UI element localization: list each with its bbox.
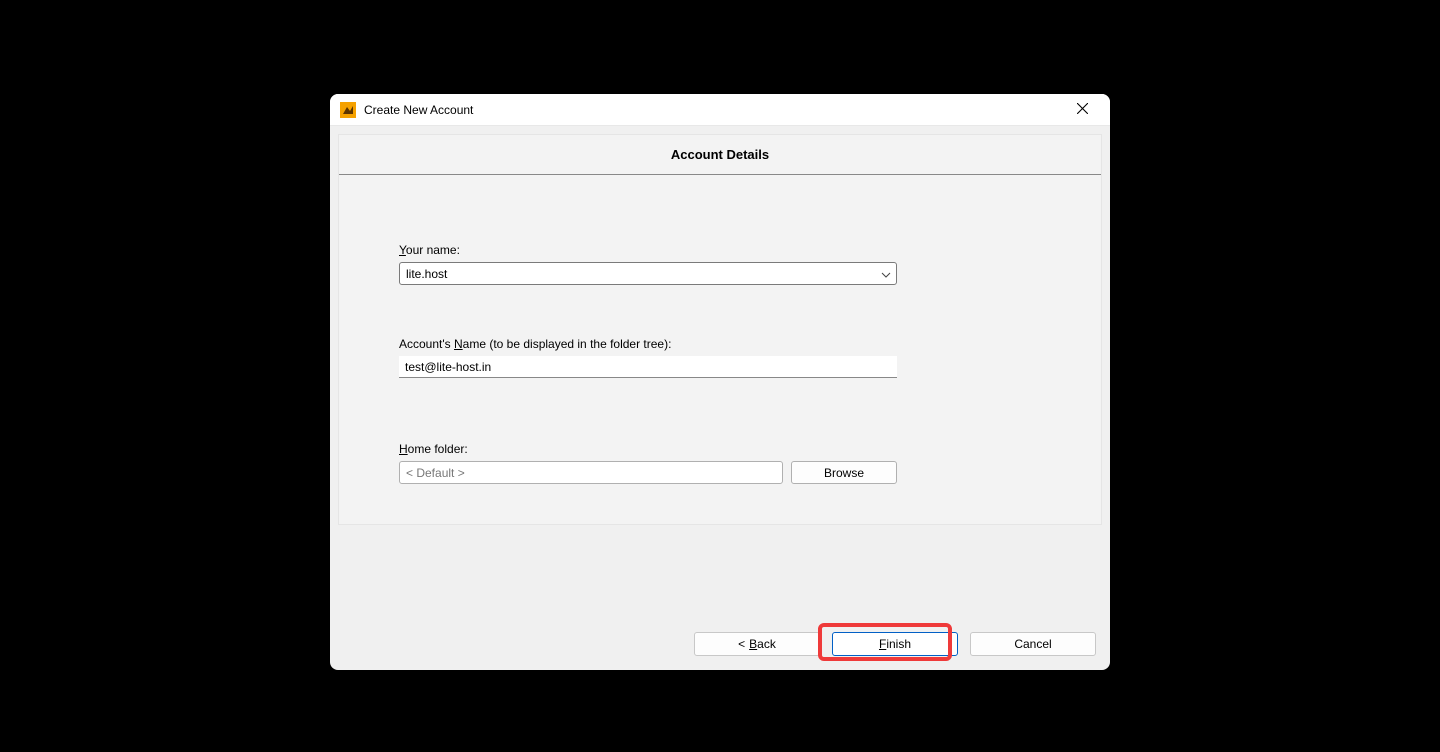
titlebar: Create New Account	[330, 94, 1110, 126]
home-folder-field: Home folder: Browse	[399, 442, 1041, 484]
create-account-dialog: Create New Account Account Details Your …	[330, 94, 1110, 670]
app-icon	[340, 102, 356, 118]
dialog-footer: < Back Finish Cancel	[330, 525, 1110, 670]
finish-button[interactable]: Finish	[832, 632, 958, 656]
back-arrow-icon: <	[738, 637, 745, 651]
account-name-field: Account's Name (to be displayed in the f…	[399, 337, 1041, 378]
account-name-label: Account's Name (to be displayed in the f…	[399, 337, 1041, 351]
your-name-input[interactable]	[399, 262, 897, 285]
window-title: Create New Account	[364, 103, 1062, 117]
back-button[interactable]: < Back	[694, 632, 820, 656]
section-heading: Account Details	[339, 135, 1101, 175]
home-folder-input[interactable]	[399, 461, 783, 484]
form-area: Your name: Account's Name (to be display…	[339, 243, 1101, 524]
your-name-combo[interactable]	[399, 262, 897, 285]
account-name-input[interactable]	[399, 356, 897, 378]
your-name-field: Your name:	[399, 243, 1041, 285]
your-name-label: Your name:	[399, 243, 1041, 257]
close-button[interactable]	[1062, 96, 1102, 124]
home-folder-label: Home folder:	[399, 442, 1041, 456]
browse-button[interactable]: Browse	[791, 461, 897, 484]
content-panel: Account Details Your name: Account's Nam…	[338, 134, 1102, 525]
close-icon	[1077, 103, 1088, 117]
cancel-button[interactable]: Cancel	[970, 632, 1096, 656]
